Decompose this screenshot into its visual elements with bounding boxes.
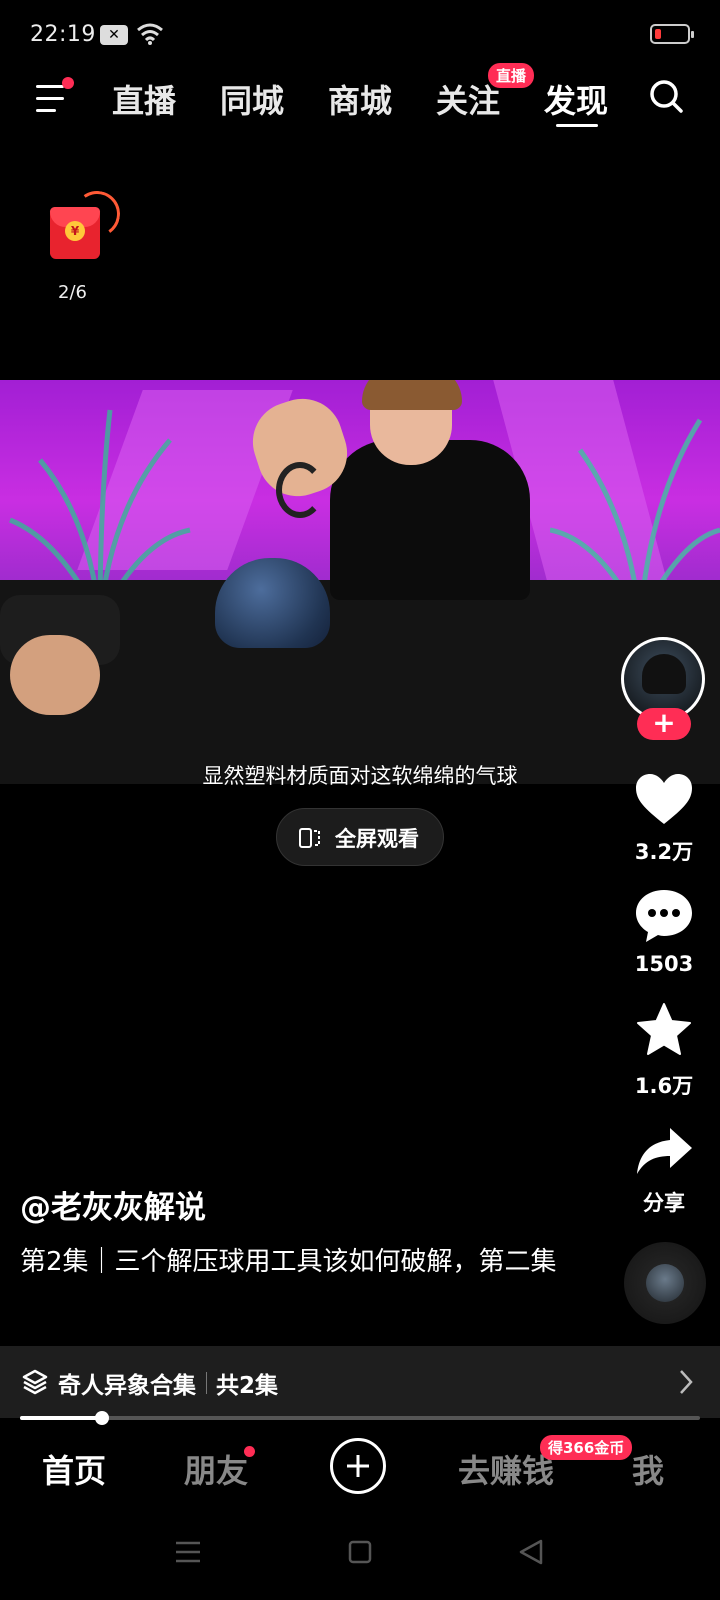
video-subtitle: 显然塑料材质面对这软绵绵的气球 [202,764,518,788]
follow-button[interactable]: + [637,708,691,740]
close-icon: ✕ [100,25,128,45]
status-bar: 22:19 ✕ [0,0,720,70]
heart-icon[interactable] [634,772,694,828]
notification-dot [62,77,74,89]
share-label: 分享 [643,1191,685,1215]
star-icon[interactable] [634,1002,694,1058]
system-nav-bar [0,1520,720,1600]
coin-badge: 得366金币 [540,1435,633,1460]
status-time: 22:19 [30,22,96,47]
red-packet-count: 2/6 [58,282,87,303]
back-icon[interactable] [518,1538,544,1566]
fullscreen-label: 全屏观看 [335,827,419,851]
divider [206,1372,207,1394]
wifi-icon [137,23,163,45]
search-icon[interactable] [648,78,684,114]
fullscreen-button[interactable]: 全屏观看 [276,808,444,866]
comment-icon[interactable] [634,888,694,944]
tab-mall[interactable]: 商城 [328,76,392,122]
tab-discover[interactable]: 发现 [544,76,608,122]
nav-me[interactable]: 我 [632,1446,664,1492]
nav-home[interactable]: 首页 [42,1446,106,1492]
layers-icon [22,1369,48,1395]
like-count: 3.2万 [634,840,694,864]
author-name[interactable]: @老灰灰解说 [20,1182,206,1227]
active-tab-indicator [556,124,598,127]
progress-handle[interactable] [94,1411,109,1425]
collection-count: 共2集 [216,1373,279,1399]
create-button[interactable] [330,1438,386,1494]
video-description: 第2集｜三个解压球用工具该如何破解，第二集 [20,1247,557,1277]
video-player[interactable] [0,380,720,784]
recent-apps-icon[interactable] [174,1540,202,1564]
favorite-count: 1.6万 [634,1074,694,1098]
tab-live[interactable]: 直播 [112,76,176,122]
music-disc-icon[interactable] [624,1242,706,1324]
collection-title: 奇人异象合集 [58,1373,196,1399]
collection-bar[interactable]: 奇人异象合集 共2集 [0,1346,720,1418]
rotate-screen-icon [299,828,320,848]
video-progress-bar[interactable] [20,1411,700,1425]
share-icon[interactable] [634,1124,694,1180]
friends-notification-dot [244,1446,255,1457]
live-badge: 直播 [488,63,535,88]
battery-icon [650,24,694,44]
menu-icon[interactable] [36,77,74,113]
home-icon[interactable] [348,1540,372,1564]
chevron-right-icon [680,1370,693,1394]
comment-count: 1503 [634,952,694,976]
red-packet-icon[interactable]: ¥ [50,187,124,270]
nav-friends[interactable]: 朋友 [184,1446,248,1492]
tab-local[interactable]: 同城 [220,76,284,122]
nav-earn[interactable]: 去赚钱 [458,1446,554,1492]
